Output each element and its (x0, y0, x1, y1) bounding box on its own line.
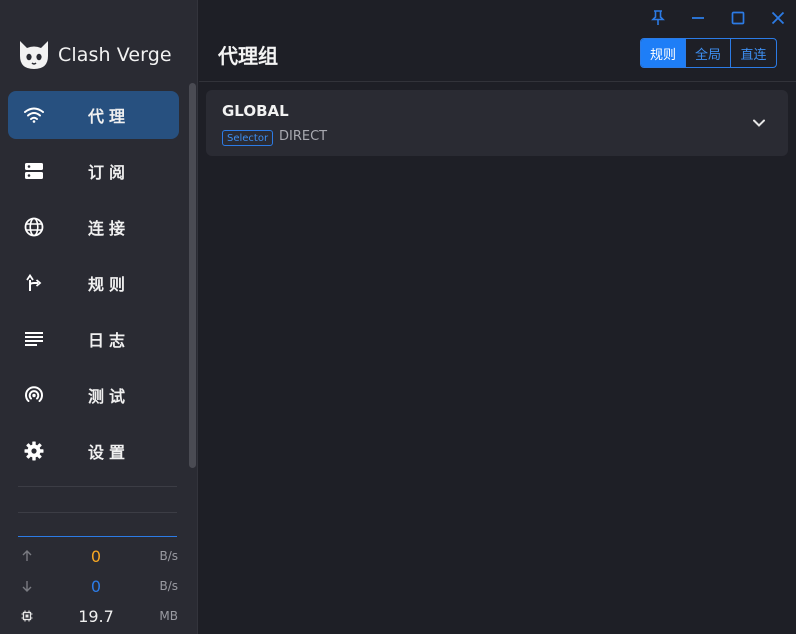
pin-button[interactable] (648, 8, 668, 28)
radar-icon (24, 385, 44, 405)
chevron-down-icon[interactable] (750, 114, 768, 132)
sidebar-item-logs[interactable]: 日志 (8, 315, 179, 363)
mode-global-button[interactable]: 全局 (686, 39, 731, 67)
wifi-icon (24, 105, 44, 125)
main-panel: 代理组 规则 全局 直连 GLOBAL Selector DIRECT (199, 0, 796, 634)
memory-chip-icon (20, 609, 34, 623)
page-title: 代理组 (218, 44, 278, 68)
minimize-button[interactable] (688, 8, 708, 28)
memory-usage: 19.7 (78, 606, 114, 626)
app-name: Clash Verge (58, 44, 172, 66)
sidebar-item-connections[interactable]: 连接 (8, 203, 179, 251)
gear-icon (24, 441, 44, 461)
download-speed: 0 (90, 576, 102, 596)
sidebar-item-settings[interactable]: 设置 (8, 427, 179, 475)
memory-unit: MB (159, 609, 178, 623)
globe-icon (24, 217, 44, 237)
sidebar: Clash Verge 代理 订阅 连接 规则 日志 测试 设置 0 B/s 0… (0, 0, 198, 634)
sidebar-scrollbar[interactable] (189, 83, 196, 468)
sidebar-item-profiles[interactable]: 订阅 (8, 147, 179, 195)
sidebar-item-test[interactable]: 测试 (8, 371, 179, 419)
pin-icon (651, 10, 665, 25)
minimize-icon (692, 17, 704, 19)
upload-speed: 0 (90, 546, 102, 566)
upload-row: 0 B/s (0, 541, 198, 571)
upload-unit: B/s (159, 549, 178, 563)
proxy-mode-switch: 规则 全局 直连 (640, 38, 777, 68)
app-logo: Clash Verge (18, 38, 172, 72)
sidebar-item-label: 日志 (88, 331, 131, 350)
cat-logo-icon (20, 41, 48, 69)
mode-rule-button[interactable]: 规则 (641, 39, 686, 67)
maximize-button[interactable] (728, 8, 748, 28)
sidebar-item-label: 测试 (88, 387, 131, 406)
sidebar-nav: 代理 订阅 连接 规则 日志 测试 设置 (8, 91, 179, 483)
download-unit: B/s (159, 579, 178, 593)
memory-row: 19.7 MB (0, 601, 198, 631)
divider (18, 486, 177, 487)
close-button[interactable] (768, 8, 788, 28)
traffic-graph-baseline (18, 536, 177, 537)
download-row: 0 B/s (0, 571, 198, 601)
header-divider (199, 81, 796, 82)
close-icon (771, 11, 785, 25)
sidebar-item-label: 设置 (88, 443, 131, 462)
divider (18, 512, 177, 513)
sidebar-item-proxy[interactable]: 代理 (8, 91, 179, 139)
sidebar-item-label: 规则 (88, 275, 131, 294)
sidebar-item-rules[interactable]: 规则 (8, 259, 179, 307)
fork-icon (24, 273, 44, 293)
group-name: GLOBAL (222, 102, 289, 120)
sidebar-item-label: 订阅 (88, 163, 131, 182)
arrow-up-icon (20, 549, 34, 563)
sidebar-item-label: 连接 (88, 219, 131, 238)
mode-direct-button[interactable]: 直连 (731, 39, 776, 67)
group-type-badge: Selector (222, 130, 274, 146)
proxy-group-global[interactable]: GLOBAL Selector DIRECT (206, 90, 788, 156)
maximize-icon (731, 11, 745, 25)
arrow-down-icon (20, 579, 34, 593)
server-icon (24, 161, 44, 181)
group-current-proxy: DIRECT (279, 129, 328, 144)
list-icon (24, 329, 44, 349)
sidebar-item-label: 代理 (88, 107, 131, 126)
